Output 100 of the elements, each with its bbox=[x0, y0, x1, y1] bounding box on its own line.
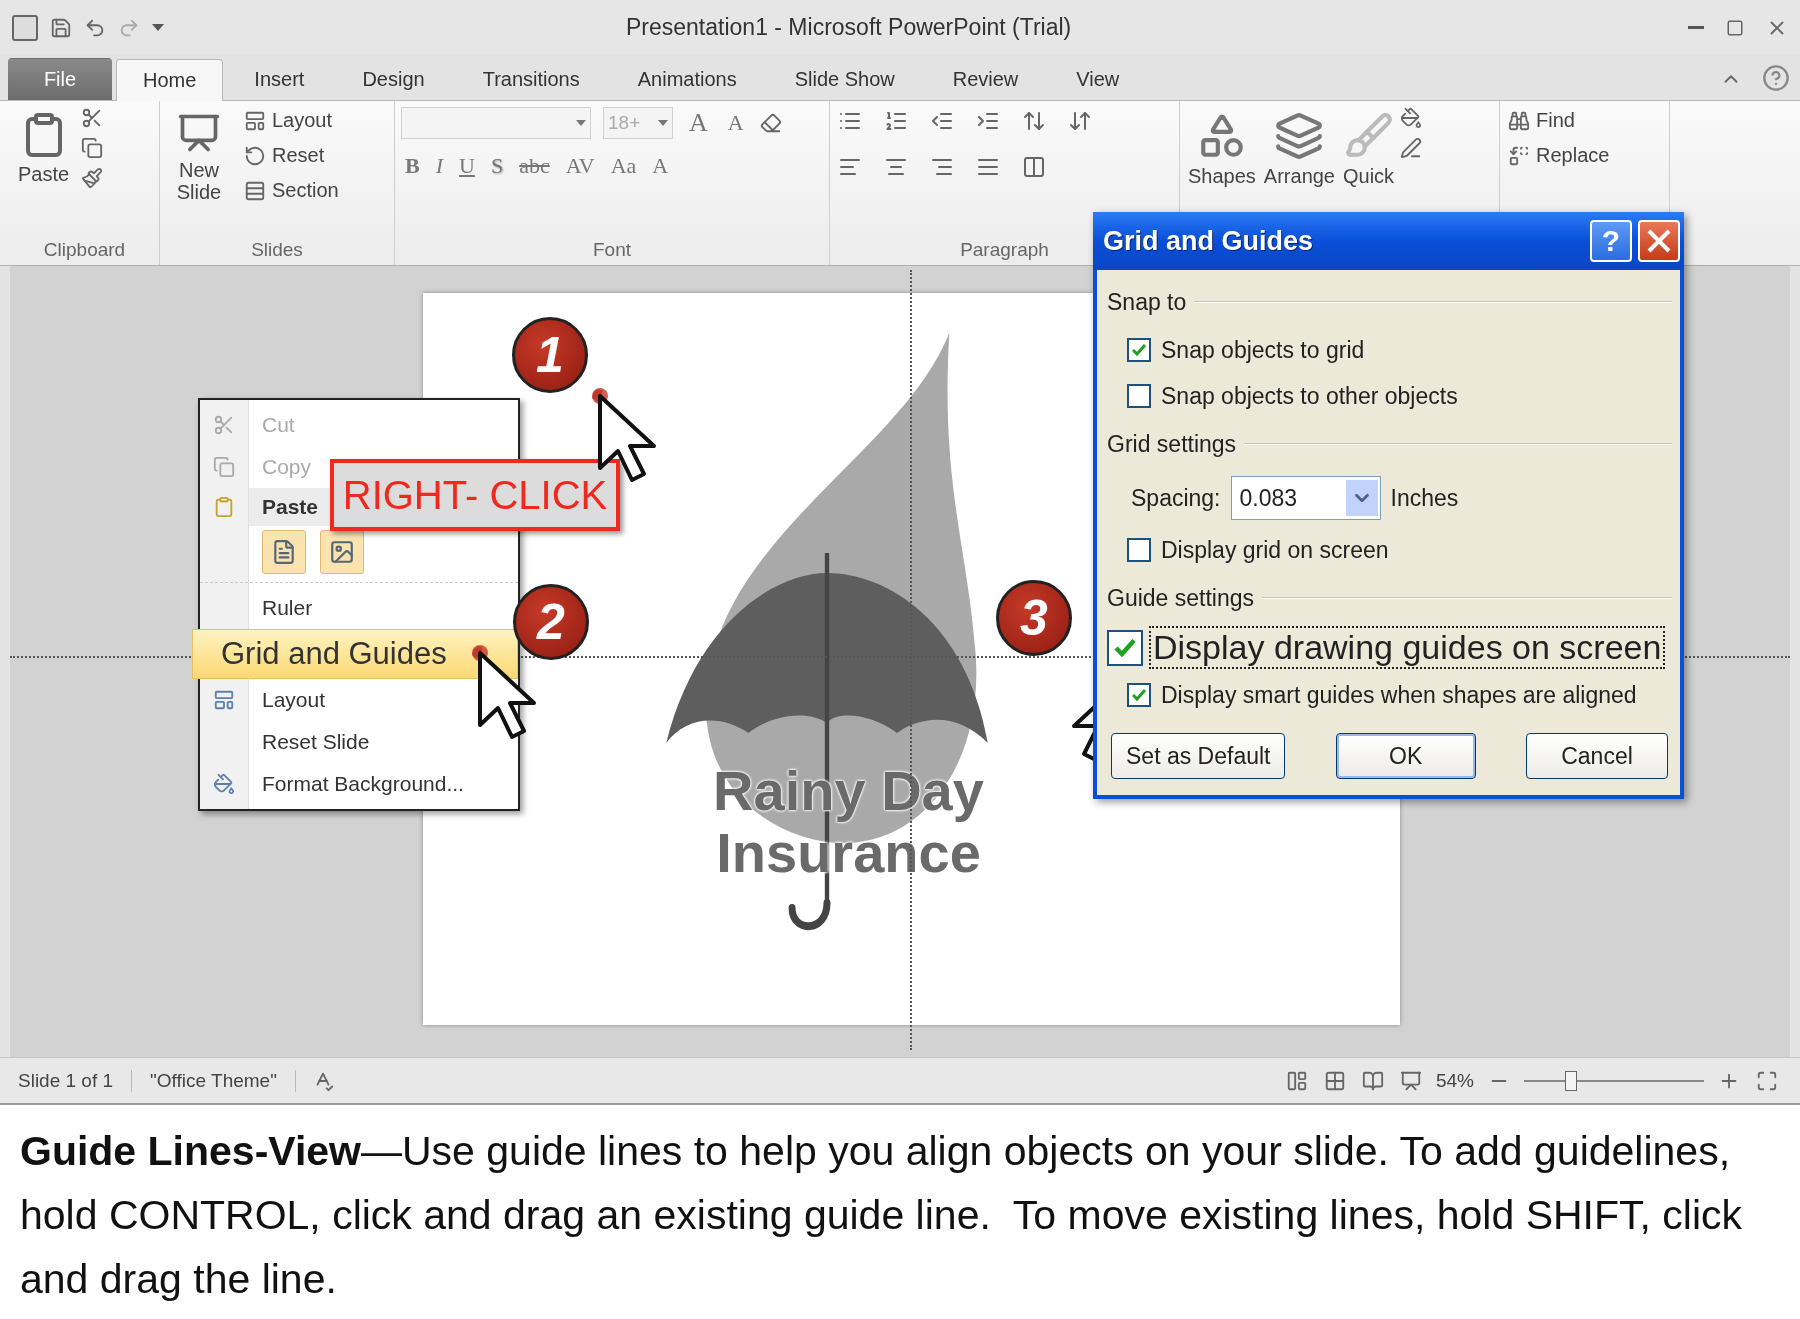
reset-icon bbox=[244, 144, 266, 167]
dialog-button[interactable]: Set as Default bbox=[1111, 733, 1286, 779]
ribbon-tab[interactable]: Transitions bbox=[455, 58, 607, 100]
format-button[interactable]: S bbox=[486, 153, 508, 179]
dialog-title: Grid and Guides bbox=[1103, 225, 1315, 257]
help-icon bbox=[1762, 64, 1790, 92]
group-label: Paragraph bbox=[960, 239, 1049, 262]
dialog-button[interactable]: OK bbox=[1335, 733, 1476, 779]
paste-text-button[interactable] bbox=[262, 530, 306, 574]
checkmark-icon bbox=[1132, 344, 1146, 356]
spacing-field[interactable]: 0.083 bbox=[1230, 476, 1381, 520]
restore-icon bbox=[1726, 18, 1744, 37]
save-icon bbox=[50, 16, 72, 39]
checkbox-label[interactable]: Display grid on screen bbox=[1157, 534, 1393, 566]
checkmark-icon bbox=[1132, 689, 1146, 701]
app-icon bbox=[12, 14, 38, 41]
document-icon bbox=[271, 539, 297, 565]
format-button[interactable]: U bbox=[455, 153, 479, 179]
ribbon-tab[interactable]: Design bbox=[335, 58, 452, 100]
format-painter-icon bbox=[81, 167, 104, 189]
theme-name: "Office Theme" bbox=[132, 1069, 296, 1092]
section-button[interactable]: Section bbox=[242, 177, 341, 204]
dialog-button[interactable]: Cancel bbox=[1526, 733, 1668, 779]
outline-icon bbox=[1400, 137, 1423, 159]
close-icon bbox=[1647, 229, 1671, 253]
format-button[interactable]: A bbox=[648, 153, 673, 179]
zoom-slider-thumb[interactable] bbox=[1564, 1070, 1577, 1091]
paste-picture-button[interactable] bbox=[320, 530, 364, 574]
customize-caret-icon[interactable] bbox=[152, 24, 164, 31]
menu-item[interactable]: Layout bbox=[200, 679, 326, 721]
menu-item[interactable]: Format Background... bbox=[200, 763, 464, 805]
checkbox[interactable] bbox=[1107, 629, 1143, 666]
drawing-button[interactable]: Shapes bbox=[1186, 107, 1258, 191]
font-size-button[interactable]: A bbox=[685, 108, 712, 138]
menu-item-icon bbox=[213, 773, 235, 795]
eraser-icon bbox=[759, 112, 782, 134]
close-button[interactable] bbox=[1638, 220, 1680, 262]
binoculars-icon bbox=[1508, 109, 1530, 132]
dropdown-icon[interactable] bbox=[1345, 480, 1378, 516]
layout-icon bbox=[244, 109, 266, 132]
drawing-button[interactable]: Quick bbox=[1341, 107, 1397, 191]
menu-item-icon bbox=[213, 414, 235, 436]
drawing-button[interactable]: Arrange bbox=[1261, 107, 1337, 191]
section-heading: Snap to bbox=[1107, 288, 1187, 316]
checkbox[interactable] bbox=[1127, 683, 1151, 707]
ribbon-tab[interactable]: Home bbox=[116, 59, 224, 101]
format-button[interactable]: I bbox=[431, 153, 447, 179]
layers-icon bbox=[1274, 111, 1325, 161]
checkbox-label[interactable]: Snap objects to grid bbox=[1157, 334, 1369, 366]
file-tab[interactable]: File bbox=[8, 58, 112, 100]
unit-label: Inches bbox=[1390, 484, 1459, 512]
annotation-tooltip: RIGHT- CLICK bbox=[330, 459, 620, 531]
guide-line[interactable] bbox=[910, 270, 912, 1050]
menu-item[interactable]: Reset Slide bbox=[200, 721, 370, 763]
dropdown-caret-icon bbox=[658, 120, 668, 126]
font-name-field[interactable] bbox=[401, 107, 591, 139]
ribbon-tab[interactable]: View bbox=[1049, 58, 1147, 100]
field-label: Spacing: bbox=[1131, 484, 1221, 512]
picture-icon bbox=[329, 539, 355, 565]
group-label: Font bbox=[593, 239, 631, 262]
layout-button[interactable]: Layout bbox=[242, 107, 341, 134]
replace-button[interactable]: Replace bbox=[1506, 142, 1663, 169]
fill-icon bbox=[1400, 107, 1423, 129]
window-title: Presentation1 - Microsoft PowerPoint (Trial) bbox=[626, 14, 1073, 41]
font-size-button[interactable]: A bbox=[723, 110, 748, 136]
group-label: Clipboard bbox=[43, 239, 126, 262]
ribbon-tab[interactable]: Slide Show bbox=[767, 58, 922, 100]
caption: Guide Lines-View—Use guide lines to help you align objects on your slide. To add guidelines, hold CONTROL, click and drag an existing guide line. To move existing lines, hold SHIFT, click and drag the line. bbox=[19, 1127, 1744, 1304]
paste-button[interactable]: Paste bbox=[16, 107, 72, 189]
copy-icon bbox=[81, 137, 104, 159]
format-button[interactable]: B bbox=[401, 153, 424, 179]
dropdown-caret-icon bbox=[576, 120, 586, 126]
replace-icon bbox=[1508, 144, 1530, 167]
zoom-percent: 54% bbox=[1435, 1069, 1474, 1092]
checkbox-label[interactable]: Display drawing guides on screen bbox=[1149, 626, 1666, 669]
format-button[interactable]: Aa bbox=[606, 153, 641, 179]
section-heading: Guide settings bbox=[1107, 584, 1255, 612]
menu-item[interactable]: Grid and Guides bbox=[192, 629, 518, 679]
group-label: Slides bbox=[251, 239, 303, 262]
format-button[interactable]: AV bbox=[561, 153, 599, 179]
format-button[interactable]: abc bbox=[515, 153, 554, 179]
menu-item[interactable]: Ruler bbox=[200, 587, 313, 629]
section-heading: Grid settings bbox=[1107, 430, 1237, 458]
menu-item-icon bbox=[213, 689, 235, 711]
ribbon-tab[interactable]: Review bbox=[925, 58, 1046, 100]
menu-heading: Paste bbox=[261, 495, 319, 519]
checkmark-icon bbox=[1114, 638, 1136, 657]
checkbox-label[interactable]: Display smart guides when shapes are aligned bbox=[1157, 679, 1641, 711]
checkbox[interactable] bbox=[1127, 538, 1151, 562]
checkbox-label[interactable]: Snap objects to other objects bbox=[1157, 380, 1462, 412]
ribbon-tab[interactable]: Insert bbox=[227, 58, 332, 100]
checkbox[interactable] bbox=[1127, 384, 1151, 408]
slide-counter: Slide 1 of 1 bbox=[0, 1069, 133, 1092]
clipboard-icon bbox=[213, 496, 235, 518]
find-button[interactable]: Find bbox=[1506, 107, 1663, 134]
ribbon-tab[interactable]: Animations bbox=[610, 58, 764, 100]
reset-button[interactable]: Reset bbox=[242, 142, 341, 169]
new-slide-button[interactable]: New Slide bbox=[166, 107, 232, 207]
checkbox[interactable] bbox=[1127, 338, 1151, 362]
menu-item-icon bbox=[213, 456, 235, 478]
